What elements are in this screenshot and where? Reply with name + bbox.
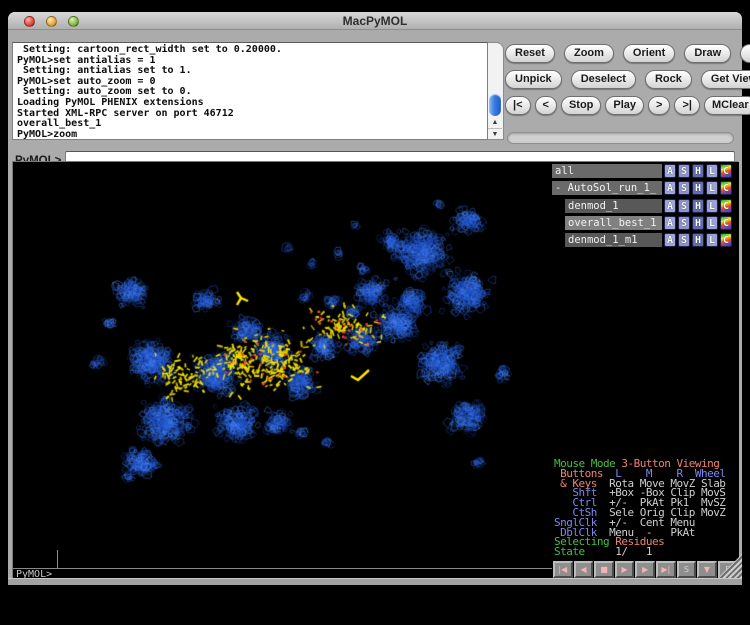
object-row-all: allASHLC (552, 164, 739, 178)
object-all-button-c[interactable]: C (720, 164, 732, 178)
frame-forward-button[interactable]: ▶ (635, 561, 655, 578)
object-denmod_1_m1-button-c[interactable]: C (720, 233, 732, 247)
frame-play-button[interactable]: ▶ (615, 561, 635, 578)
gl-viewport: PyMOL>_ allASHLC- AutoSol_run_1_ASHLCden… (12, 161, 738, 578)
reset-button[interactable]: Reset (505, 44, 555, 63)
log-line: Loading PyMOL PHENIX extensions (17, 98, 487, 109)
object-denmod_1_m1-button-h[interactable]: H (692, 233, 704, 247)
object-AutoSol_run_1_-button-l[interactable]: L (706, 181, 718, 195)
scrollbar-thumb[interactable] (489, 94, 501, 116)
button-row-2: UnpickDeselectRockGet View (505, 70, 738, 89)
object-all-button-h[interactable]: H (692, 164, 704, 178)
log-line: Setting: cartoon_rect_width set to 0.200… (17, 45, 487, 56)
object-overall_best_1-button-h[interactable]: H (692, 216, 704, 230)
title-bar[interactable]: MacPyMOL (8, 12, 742, 30)
window-title: MacPyMOL (8, 14, 742, 28)
feedback-log: Setting: cartoon_rect_width set to 0.200… (12, 42, 488, 140)
unpick-button[interactable]: Unpick (505, 70, 562, 89)
mouse-mode-panel: Mouse Mode 3-Button Viewing Buttons L M … (554, 459, 725, 557)
molecular-canvas[interactable] (13, 162, 552, 579)
object-all-button-a[interactable]: A (664, 164, 676, 178)
control-buttons: ResetZoomOrientDrawRay UnpickDeselectRoc… (505, 44, 738, 122)
object-name-denmod_1[interactable]: denmod_1 (565, 199, 662, 213)
draw-button[interactable]: Draw (684, 44, 731, 63)
deselect-button[interactable]: Deselect (571, 70, 636, 89)
log-line: overall_best_1 (17, 119, 487, 130)
object-denmod_1-button-a[interactable]: A (664, 199, 676, 213)
object-overall_best_1-button-a[interactable]: A (664, 216, 676, 230)
object-row-AutoSol_run_1_: - AutoSol_run_1_ASHLC (552, 181, 739, 195)
object-all-button-s[interactable]: S (678, 164, 690, 178)
object-denmod_1-button-s[interactable]: S (678, 199, 690, 213)
mouse-panel-text: State (554, 545, 585, 558)
scroll-up-icon[interactable]: ▲ (488, 117, 502, 128)
object-AutoSol_run_1_-button-s[interactable]: S (678, 181, 690, 195)
object-overall_best_1-button-l[interactable]: L (706, 216, 718, 230)
state-line[interactable]: State 1/ 1 (554, 547, 725, 557)
object-row-denmod_1_m1: denmod_1_m1ASHLC (552, 233, 739, 247)
object-denmod_1_m1-button-s[interactable]: S (678, 233, 690, 247)
movie-stop-button[interactable]: Stop (561, 96, 601, 115)
movie-frame-slider[interactable] (507, 132, 734, 144)
zoom-button[interactable]: Zoom (564, 44, 614, 63)
movie-play-button[interactable]: Play (605, 96, 644, 115)
movie-first-button[interactable]: |< (505, 96, 531, 115)
object-name-denmod_1_m1[interactable]: denmod_1_m1 (565, 233, 662, 247)
object-name-AutoSol_run_1_[interactable]: - AutoSol_run_1_ (552, 181, 662, 195)
frame-last-button[interactable]: ▶| (656, 561, 676, 578)
object-row-denmod_1: denmod_1ASHLC (552, 199, 739, 213)
object-overall_best_1-button-c[interactable]: C (720, 216, 732, 230)
get-view-button[interactable]: Get View (701, 70, 750, 89)
object-name-all[interactable]: all (552, 164, 662, 178)
frame-first-button[interactable]: |◀ (553, 561, 573, 578)
button-row-3: |<<StopPlay>>|MClear (505, 96, 738, 115)
rock-button[interactable]: Rock (645, 70, 692, 89)
scene-button[interactable]: S (677, 561, 697, 578)
object-name-overall_best_1[interactable]: overall_best_1 (565, 216, 662, 230)
object-denmod_1_m1-button-a[interactable]: A (664, 233, 676, 247)
orient-button[interactable]: Orient (623, 44, 675, 63)
frame-back-button[interactable]: ◀ (574, 561, 594, 578)
object-overall_best_1-button-s[interactable]: S (678, 216, 690, 230)
log-scrollbar[interactable]: ▲ ▼ (488, 42, 504, 140)
ray-button[interactable]: Ray (740, 44, 750, 63)
movie-back-button[interactable]: < (535, 96, 557, 115)
object-denmod_1-button-c[interactable]: C (720, 199, 732, 213)
scroll-down-icon[interactable]: ▼ (488, 128, 502, 139)
button-row-1: ResetZoomOrientDrawRay (505, 44, 738, 63)
object-denmod_1-button-h[interactable]: H (692, 199, 704, 213)
object-denmod_1_m1-button-l[interactable]: L (706, 233, 718, 247)
object-AutoSol_run_1_-button-a[interactable]: A (664, 181, 676, 195)
frame-vcr-controls: |◀◀■▶▶▶|S▼F (553, 561, 737, 578)
mouse-panel-text: 1/ 1 (585, 545, 652, 558)
macpymol-window: MacPyMOL Setting: cartoon_rect_width set… (8, 12, 742, 585)
object-row-overall_best_1: overall_best_1ASHLC (552, 216, 739, 230)
mclear-button[interactable]: MClear (704, 96, 750, 115)
window-bottom-frame (8, 578, 742, 585)
prompt-frame-tick (57, 550, 58, 568)
frame-stop-button[interactable]: ■ (594, 561, 614, 578)
movie-forward-button[interactable]: > (648, 96, 670, 115)
fullscreen-toggle-button[interactable]: ▼ (697, 561, 717, 578)
prompt-separator (13, 568, 552, 569)
internal-gui-panel: allASHLC- AutoSol_run_1_ASHLCdenmod_1ASH… (552, 162, 739, 579)
object-all-button-l[interactable]: L (706, 164, 718, 178)
log-line: PyMOL>zoom (17, 130, 487, 140)
movie-last-button[interactable]: >| (674, 96, 700, 115)
object-denmod_1-button-l[interactable]: L (706, 199, 718, 213)
object-AutoSol_run_1_-button-h[interactable]: H (692, 181, 704, 195)
object-AutoSol_run_1_-button-c[interactable]: C (720, 181, 732, 195)
upper-pane: Setting: cartoon_rect_width set to 0.200… (8, 30, 742, 173)
